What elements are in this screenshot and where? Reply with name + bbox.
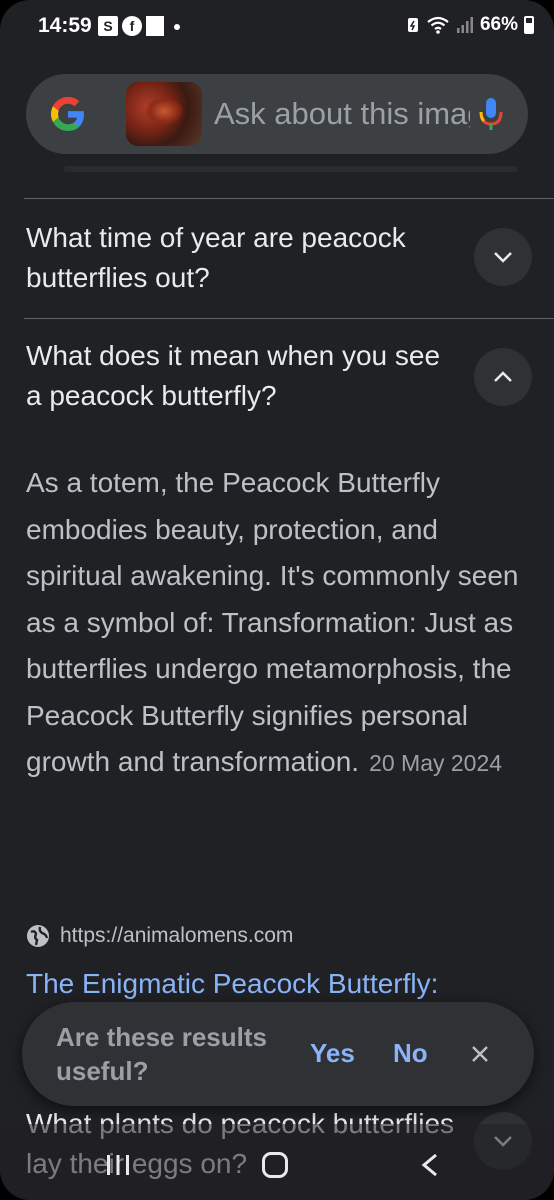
- yes-button[interactable]: Yes: [310, 1038, 355, 1069]
- close-icon[interactable]: [468, 1042, 492, 1066]
- battery-percent: 66%: [479, 14, 518, 35]
- source-url: https://animalomens.com: [60, 924, 294, 947]
- status-right: 66%: [406, 14, 534, 36]
- answer-body: As a totem, the Peacock Butterfly embodi…: [26, 467, 519, 777]
- status-bar: 14:59 S f 66%: [0, 0, 554, 56]
- google-logo-icon: [51, 97, 84, 131]
- divider: [24, 198, 554, 199]
- mic-icon[interactable]: [476, 94, 506, 134]
- question-time-of-year[interactable]: What time of year are peacock butterflie…: [26, 218, 456, 298]
- question-meaning[interactable]: What does it mean when you see a peacock…: [26, 336, 456, 416]
- chevron-down-icon: [494, 252, 512, 263]
- chevron-up-icon: [494, 371, 512, 382]
- home-icon[interactable]: [262, 1152, 288, 1178]
- source-row[interactable]: https://animalomens.com: [26, 924, 293, 948]
- no-button[interactable]: No: [393, 1038, 428, 1069]
- screen: 14:59 S f 66% Ask about this image: [0, 0, 554, 1200]
- facebook-notification-icon: f: [122, 16, 142, 36]
- navigation-bar: [0, 1124, 554, 1200]
- square-notification-icon: [146, 16, 164, 36]
- divider: [24, 318, 554, 319]
- result-link[interactable]: The Enigmatic Peacock Butterfly:: [26, 968, 526, 1000]
- signal-icon: [456, 17, 473, 33]
- wifi-icon: [427, 16, 449, 34]
- answer-snippet: As a totem, the Peacock Butterfly embodi…: [26, 460, 526, 787]
- answer-date: 20 May 2024: [369, 750, 503, 776]
- image-thumbnail[interactable]: [126, 82, 202, 146]
- battery-saver-icon: [407, 18, 418, 32]
- search-input[interactable]: Ask about this image: [214, 94, 470, 134]
- collapse-button[interactable]: [474, 348, 532, 406]
- s-notification-icon: S: [98, 16, 118, 36]
- more-notifications-dot-icon: [174, 24, 180, 30]
- feedback-question: Are these results useful?: [56, 1022, 267, 1086]
- status-time: 14:59: [38, 14, 92, 37]
- back-icon[interactable]: [418, 1152, 440, 1178]
- globe-icon: [27, 925, 49, 947]
- scroll-edge: [64, 166, 518, 172]
- battery-icon: [524, 16, 534, 34]
- recents-icon[interactable]: [104, 1152, 132, 1178]
- search-bar[interactable]: Ask about this image: [26, 74, 528, 154]
- expand-button[interactable]: [474, 228, 532, 286]
- feedback-prompt: Are these results useful? Yes No: [22, 1002, 534, 1106]
